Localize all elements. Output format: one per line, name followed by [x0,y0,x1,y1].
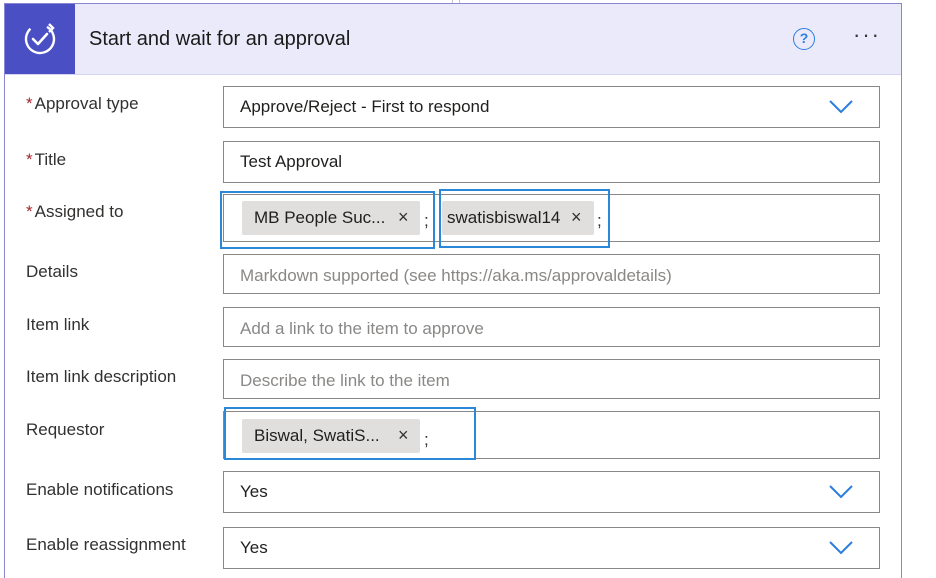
approval-type-label: * Approval type [26,94,139,114]
item-link-label: Item link [26,315,90,334]
title-input[interactable]: Test Approval [223,141,880,183]
title-label: * Title [26,150,66,170]
requestor-token[interactable]: Biswal, SwatiS... × [242,419,420,453]
required-marker: * [26,150,33,169]
details-placeholder: Markdown supported (see https://aka.ms/a… [240,266,672,285]
chevron-down-icon[interactable] [829,541,853,555]
chevron-down-icon[interactable] [829,485,853,499]
remove-token-icon[interactable]: × [398,425,409,446]
details-label: Details [26,262,78,281]
item-link-input[interactable]: Add a link to the item to approve [223,307,880,347]
assigned-to-label: * Assigned to [26,202,123,222]
assignee-token-text: MB People Suc... [254,208,386,227]
remove-token-icon[interactable]: × [398,207,409,228]
enable-reassignment-label: Enable reassignment [26,535,186,554]
requestor-label: Requestor [26,420,105,439]
assigned-to-label-text: Assigned to [34,202,124,221]
enable-notifications-value: Yes [240,482,268,501]
token-separator: ; [424,211,429,230]
required-marker: * [26,94,33,113]
title-value: Test Approval [240,152,343,171]
approval-type-dropdown[interactable]: Approve/Reject - First to respond [223,86,880,128]
enable-notifications-dropdown[interactable]: Yes [223,471,880,513]
title-label-text: Title [34,150,67,169]
assignee-token-text: swatisbiswal14 [447,208,561,227]
enable-notifications-label: Enable notifications [26,480,174,499]
required-marker: * [26,202,33,221]
requestor-token-text: Biswal, SwatiS... [254,426,380,445]
details-input[interactable]: Markdown supported (see https://aka.ms/a… [223,254,880,294]
approval-check-icon [5,4,75,74]
card-header[interactable]: Start and wait for an approval ? ··· [5,4,901,75]
assignee-token[interactable]: swatisbiswal14 × [442,201,594,235]
item-link-description-input[interactable]: Describe the link to the item [223,359,880,399]
enable-reassignment-dropdown[interactable]: Yes [223,527,880,569]
approval-type-label-text: Approval type [34,94,139,113]
card-title: Start and wait for an approval [89,28,351,50]
remove-token-icon[interactable]: × [571,207,582,228]
enable-reassignment-value: Yes [240,538,268,557]
token-separator: ; [597,211,602,230]
item-link-description-placeholder: Describe the link to the item [240,371,450,390]
assignee-token[interactable]: MB People Suc... × [242,201,420,235]
chevron-down-icon[interactable] [829,100,853,114]
token-separator: ; [424,430,429,449]
item-link-placeholder: Add a link to the item to approve [240,319,484,338]
item-link-description-label: Item link description [26,367,177,386]
help-icon[interactable]: ? [793,28,815,50]
more-options-icon[interactable]: ··· [851,24,883,46]
approval-type-value: Approve/Reject - First to respond [240,97,490,116]
